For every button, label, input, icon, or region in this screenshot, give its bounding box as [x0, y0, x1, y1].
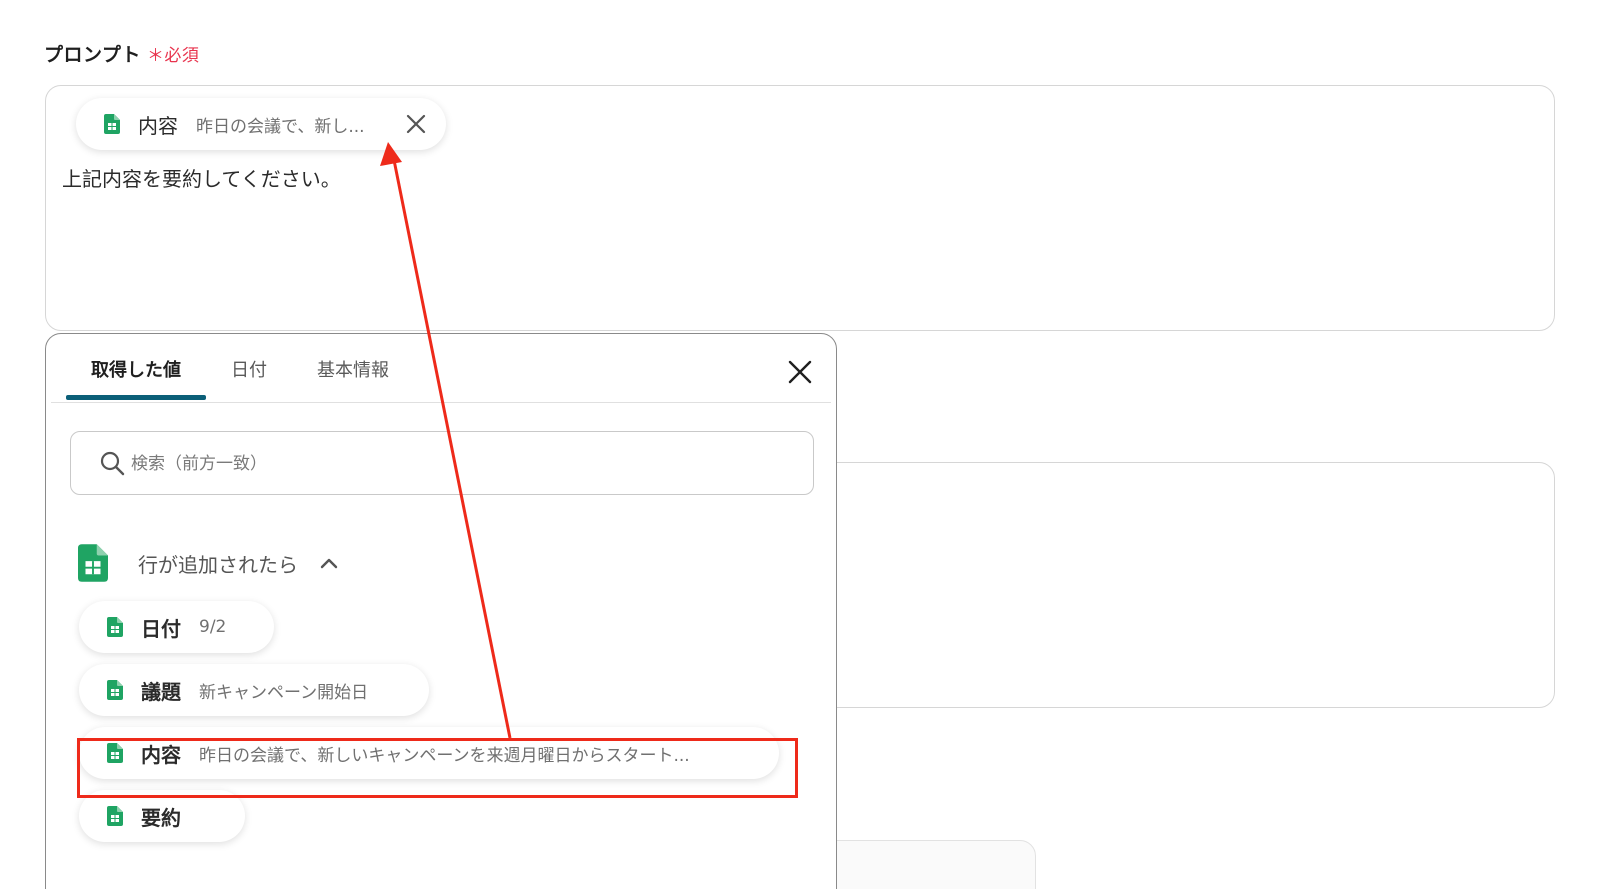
divider	[51, 402, 831, 403]
close-icon[interactable]	[786, 358, 814, 386]
chip-key: 内容	[138, 113, 178, 138]
annotation-highlight-box	[77, 738, 798, 798]
tab-bar: 取得した値 日付 基本情報	[66, 356, 439, 400]
variable-item-date[interactable]: 日付 9/2	[79, 601, 274, 653]
item-value: 新キャンペーン開始日	[199, 682, 369, 703]
search-icon	[99, 450, 127, 478]
item-key: 議題	[141, 679, 181, 704]
search-field[interactable]	[70, 431, 814, 495]
tab-fetched-values[interactable]: 取得した値	[66, 356, 206, 400]
search-input[interactable]	[131, 450, 731, 478]
google-sheets-icon	[107, 617, 123, 637]
group-title: 行が追加されたら	[138, 552, 298, 577]
item-key: 要約	[141, 805, 181, 830]
google-sheets-icon	[107, 806, 123, 826]
variable-item-topic[interactable]: 議題 新キャンペーン開始日	[79, 664, 429, 716]
prompt-label: プロンプト ＊必須	[44, 40, 199, 67]
item-value: 9/2	[199, 617, 227, 637]
chip-value: 昨日の会議で、新し...	[196, 116, 365, 137]
google-sheets-icon	[107, 680, 123, 700]
variable-picker-panel: 取得した値 日付 基本情報 行が追加されたら 日付 9/2 議題 新キャンペーン	[45, 333, 837, 889]
required-marker: ＊必須	[146, 46, 200, 66]
close-icon[interactable]	[404, 112, 428, 136]
item-key: 日付	[141, 616, 181, 641]
google-sheets-icon	[78, 544, 108, 582]
google-sheets-icon	[104, 114, 120, 134]
prompt-variable-chip[interactable]: 内容 昨日の会議で、新し...	[76, 98, 446, 150]
tab-basic-info[interactable]: 基本情報	[317, 356, 389, 400]
chevron-up-icon[interactable]	[318, 552, 340, 574]
trigger-group-header[interactable]: 行が追加されたら	[78, 544, 340, 582]
tab-date[interactable]: 日付	[231, 356, 267, 400]
prompt-text: 上記内容を要約してください。	[62, 167, 341, 191]
prompt-label-text: プロンプト	[44, 44, 141, 66]
